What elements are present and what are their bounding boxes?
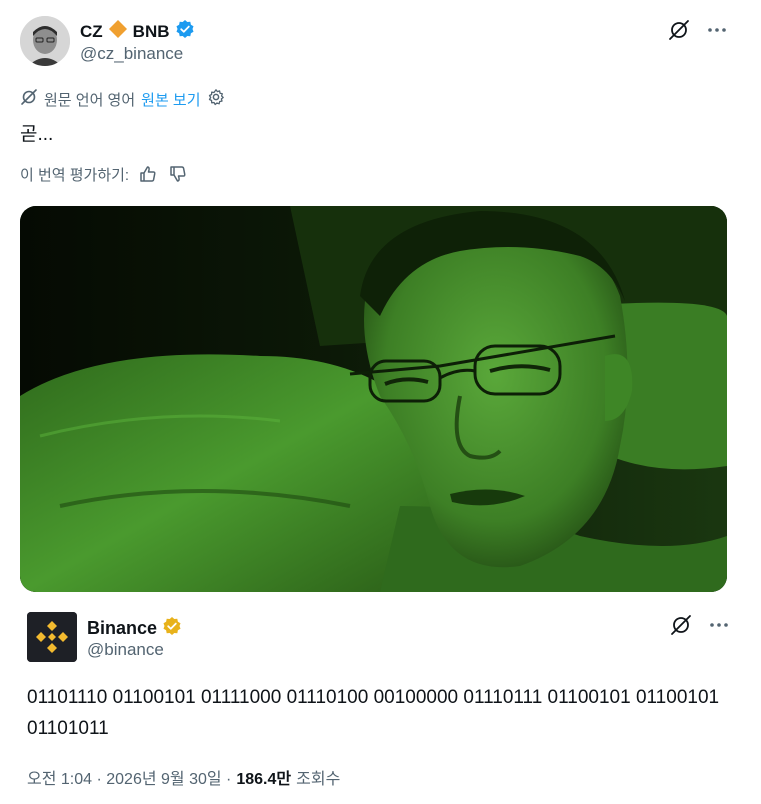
gold-verified-badge-icon[interactable] — [162, 616, 182, 641]
thumbs-up-icon[interactable] — [137, 163, 159, 185]
tweet-header: CZ BNB @cz_binance — [20, 16, 740, 68]
grok-icon — [20, 88, 38, 110]
display-name[interactable]: CZ — [80, 22, 103, 42]
thumbs-down-icon[interactable] — [167, 163, 189, 185]
grok-icon[interactable] — [670, 614, 692, 636]
timestamp[interactable]: 오전 1:04 · 2026년 9월 30일 · — [27, 765, 231, 789]
tweet-card: CZ BNB @cz_binance 원문 언어 영어 원본 보기 곧... 이… — [0, 0, 761, 804]
avatar-photo — [20, 16, 70, 66]
translation-source-label: 원문 언어 영어 — [44, 91, 136, 109]
tweet-meta: 오전 1:04 · 2026년 9월 30일 · 186.4만 조회수 — [27, 765, 340, 789]
tweet-text: 곧... — [20, 124, 54, 145]
view-count-label: 조회수 — [296, 771, 341, 788]
gear-icon[interactable] — [207, 88, 225, 110]
show-original-link[interactable]: 원본 보기 — [141, 89, 200, 110]
handle[interactable]: @cz_binance — [80, 44, 183, 64]
more-icon[interactable] — [708, 614, 730, 636]
rate-translation-row: 이 번역 평가하기: — [20, 163, 189, 185]
rate-translation-label: 이 번역 평가하기: — [20, 166, 130, 184]
display-name-suffix[interactable]: BNB — [133, 22, 170, 42]
quoted-name-row: Binance — [87, 616, 182, 641]
avatar[interactable] — [20, 16, 70, 66]
bnb-diamond-icon — [108, 19, 128, 44]
more-icon[interactable] — [706, 19, 728, 41]
verified-badge-icon[interactable] — [175, 19, 195, 44]
name-row: CZ BNB — [80, 19, 195, 44]
grok-icon[interactable] — [668, 19, 690, 41]
quoted-actions — [670, 614, 730, 636]
view-count: 186.4만 — [236, 771, 292, 788]
translation-bar: 원문 언어 영어 원본 보기 — [20, 88, 225, 110]
header-actions — [668, 19, 728, 41]
quoted-tweet[interactable]: Binance @binance 01101110 01100101 01111… — [20, 600, 740, 740]
quoted-text: 01101110 01100101 01111000 01110100 0010… — [27, 687, 720, 739]
binance-logo-avatar[interactable] — [27, 612, 77, 662]
quoted-handle[interactable]: @binance — [87, 640, 164, 660]
tweet-photo[interactable] — [20, 206, 727, 592]
night-vision-photo — [20, 206, 727, 592]
quoted-display-name[interactable]: Binance — [87, 618, 157, 639]
